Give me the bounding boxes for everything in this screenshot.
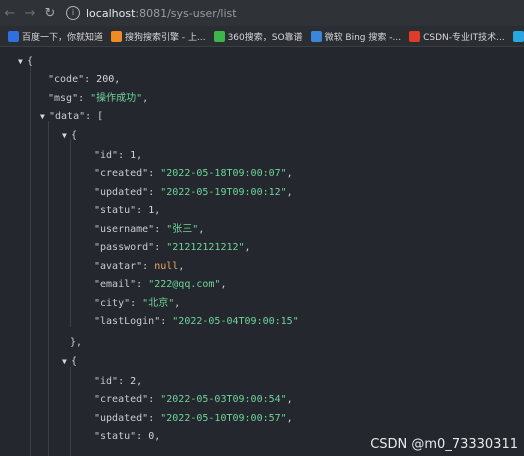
json-line-username: "username": "张三", (94, 224, 205, 235)
bookmark-label: 百度一下，你就知道 (22, 32, 104, 43)
json-record-open[interactable]: ▼{ (62, 353, 77, 371)
json-line-id: "id": 1, (94, 150, 143, 161)
forward-button[interactable]: → (20, 3, 40, 23)
bookmarks-bar: 百度一下，你就知道 搜狗搜索引擎 - 上... 360搜索，SO靠谱 微软 Bing … (0, 26, 524, 47)
json-line-avatar: "avatar": null, (94, 261, 185, 272)
json-record-close: }, (70, 337, 83, 348)
indent-guide (48, 121, 49, 456)
json-line-statu: "statu": 0, (94, 431, 161, 442)
bookmark-label: 微软 Bing 搜索 -... (324, 32, 402, 43)
bookmark-item[interactable]: 360搜索，SO靠谱 (213, 30, 303, 43)
bookmark-favicon-icon (213, 30, 225, 42)
json-line-city: "city": "北京", (94, 298, 181, 309)
json-line-created: "created": "2022-05-03T09:00:54", (94, 394, 293, 405)
indent-guide (70, 139, 71, 327)
indent-guide (30, 61, 31, 456)
reload-icon: ↻ (44, 5, 56, 21)
indent-guide (70, 367, 71, 456)
json-line-statu: "statu": 1, (94, 205, 161, 216)
bookmark-item[interactable]: CSDN-专业IT技术... (409, 30, 505, 43)
arrow-left-icon: ← (4, 5, 16, 21)
json-record-open[interactable]: ▼{ (62, 127, 77, 145)
collapse-arrow-icon[interactable]: ▼ (62, 127, 71, 145)
json-line-updated: "updated": "2022-05-10T09:00:57", (94, 413, 293, 424)
collapse-arrow-icon[interactable]: ▼ (40, 108, 49, 126)
browser-toolbar: ← → ↻ i localhost:8081/sys-user/list (0, 0, 524, 26)
bookmark-favicon-icon (111, 30, 123, 42)
bookmark-item[interactable]: 搜狗搜索引擎 - 上... (111, 30, 206, 43)
json-line-code: "code": 200, (48, 74, 121, 85)
back-button[interactable]: ← (0, 3, 20, 23)
bookmark-item[interactable]: 微软 Bing 搜索 -... (310, 30, 402, 43)
bookmark-label: CSDN-专业IT技术... (423, 32, 505, 43)
bookmark-favicon-icon (512, 30, 524, 42)
json-line-msg: "msg": "操作成功", (48, 93, 149, 104)
json-line-email: "email": "222@qq.com", (94, 279, 227, 290)
bookmark-label: 360搜索，SO靠谱 (227, 32, 303, 43)
arrow-right-icon: → (24, 5, 36, 21)
bookmark-item[interactable]: 百度一下，你就知道 (8, 30, 103, 43)
bookmark-favicon-icon (409, 30, 421, 42)
json-line-password: "password": "21212121212", (94, 242, 251, 253)
url-host: localhost (86, 6, 136, 20)
json-viewer: ▼{ "code": 200, "msg": "操作成功", ▼ "data": … (0, 47, 524, 456)
watermark: CSDN @m0_73330311 (370, 437, 518, 452)
json-line-data[interactable]: ▼ "data": [ (40, 108, 103, 126)
site-info-icon[interactable]: i (66, 6, 80, 20)
bookmark-item[interactable]: 哔哩哔哩 (512, 30, 524, 43)
bookmark-label: 搜狗搜索引擎 - 上... (125, 32, 206, 43)
collapse-arrow-icon[interactable]: ▼ (62, 353, 71, 371)
json-line-id: "id": 2, (94, 376, 143, 387)
bookmark-favicon-icon (310, 30, 322, 42)
address-bar[interactable]: i localhost:8081/sys-user/list (66, 3, 514, 23)
bookmark-favicon-icon (8, 30, 19, 42)
url-path: :8081/sys-user/list (135, 6, 237, 20)
reload-button[interactable]: ↻ (40, 3, 60, 23)
json-line-lastlogin: "lastLogin": "2022-05-04T09:00:15" (94, 316, 299, 327)
json-root-open[interactable]: ▼{ (18, 53, 33, 71)
json-line-created: "created": "2022-05-18T09:00:07", (94, 168, 293, 179)
json-line-updated: "updated": "2022-05-19T09:00:12", (94, 187, 293, 198)
collapse-arrow-icon[interactable]: ▼ (18, 53, 27, 71)
